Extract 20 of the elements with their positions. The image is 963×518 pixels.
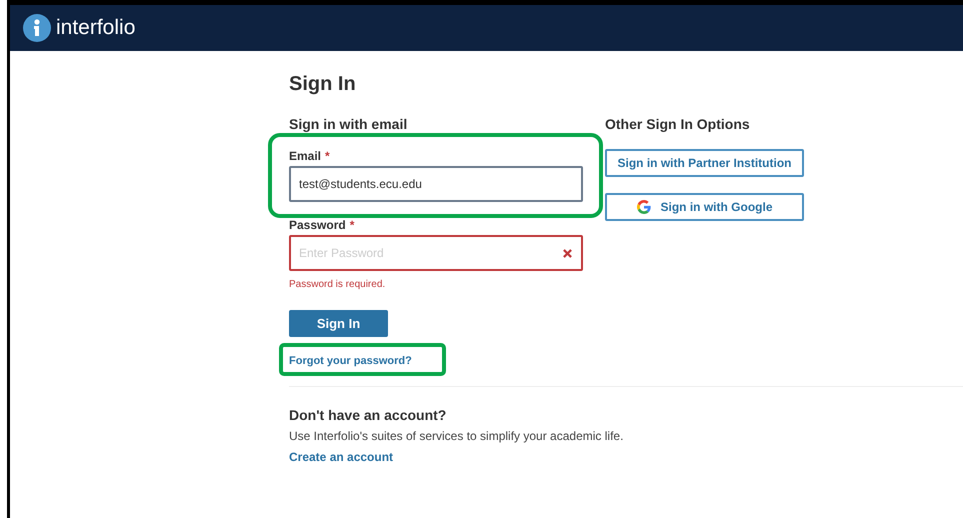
signup-heading: Don't have an account? [289, 407, 448, 423]
google-sign-in-button[interactable]: Sign in with Google [605, 193, 804, 221]
email-field[interactable]: test@students.ecu.edu [289, 166, 583, 202]
logo-icon [23, 14, 51, 42]
sign-in-button[interactable]: Sign In [289, 310, 388, 337]
forgot-password-link[interactable]: Forgot your password? [289, 355, 412, 367]
create-account-link[interactable]: Create an account [289, 450, 394, 464]
required-mark: * [325, 149, 330, 163]
section-heading: Sign in with email [289, 116, 408, 132]
google-icon [636, 200, 650, 214]
signup-text: Use Interfolio's suites of services to simplify your academic life. [289, 429, 624, 443]
error-message: Password is required. [289, 279, 386, 291]
brand-name: interfolio [56, 15, 136, 42]
page-title: Sign In [289, 72, 357, 96]
error-icon [563, 249, 572, 258]
section-heading: Other Sign In Options [605, 116, 751, 132]
required-mark: * [350, 218, 354, 232]
partner-sign-in-button[interactable]: Sign in with Partner Institution [605, 149, 804, 177]
field-label: Password [289, 218, 346, 232]
field-label: Email [289, 149, 322, 163]
